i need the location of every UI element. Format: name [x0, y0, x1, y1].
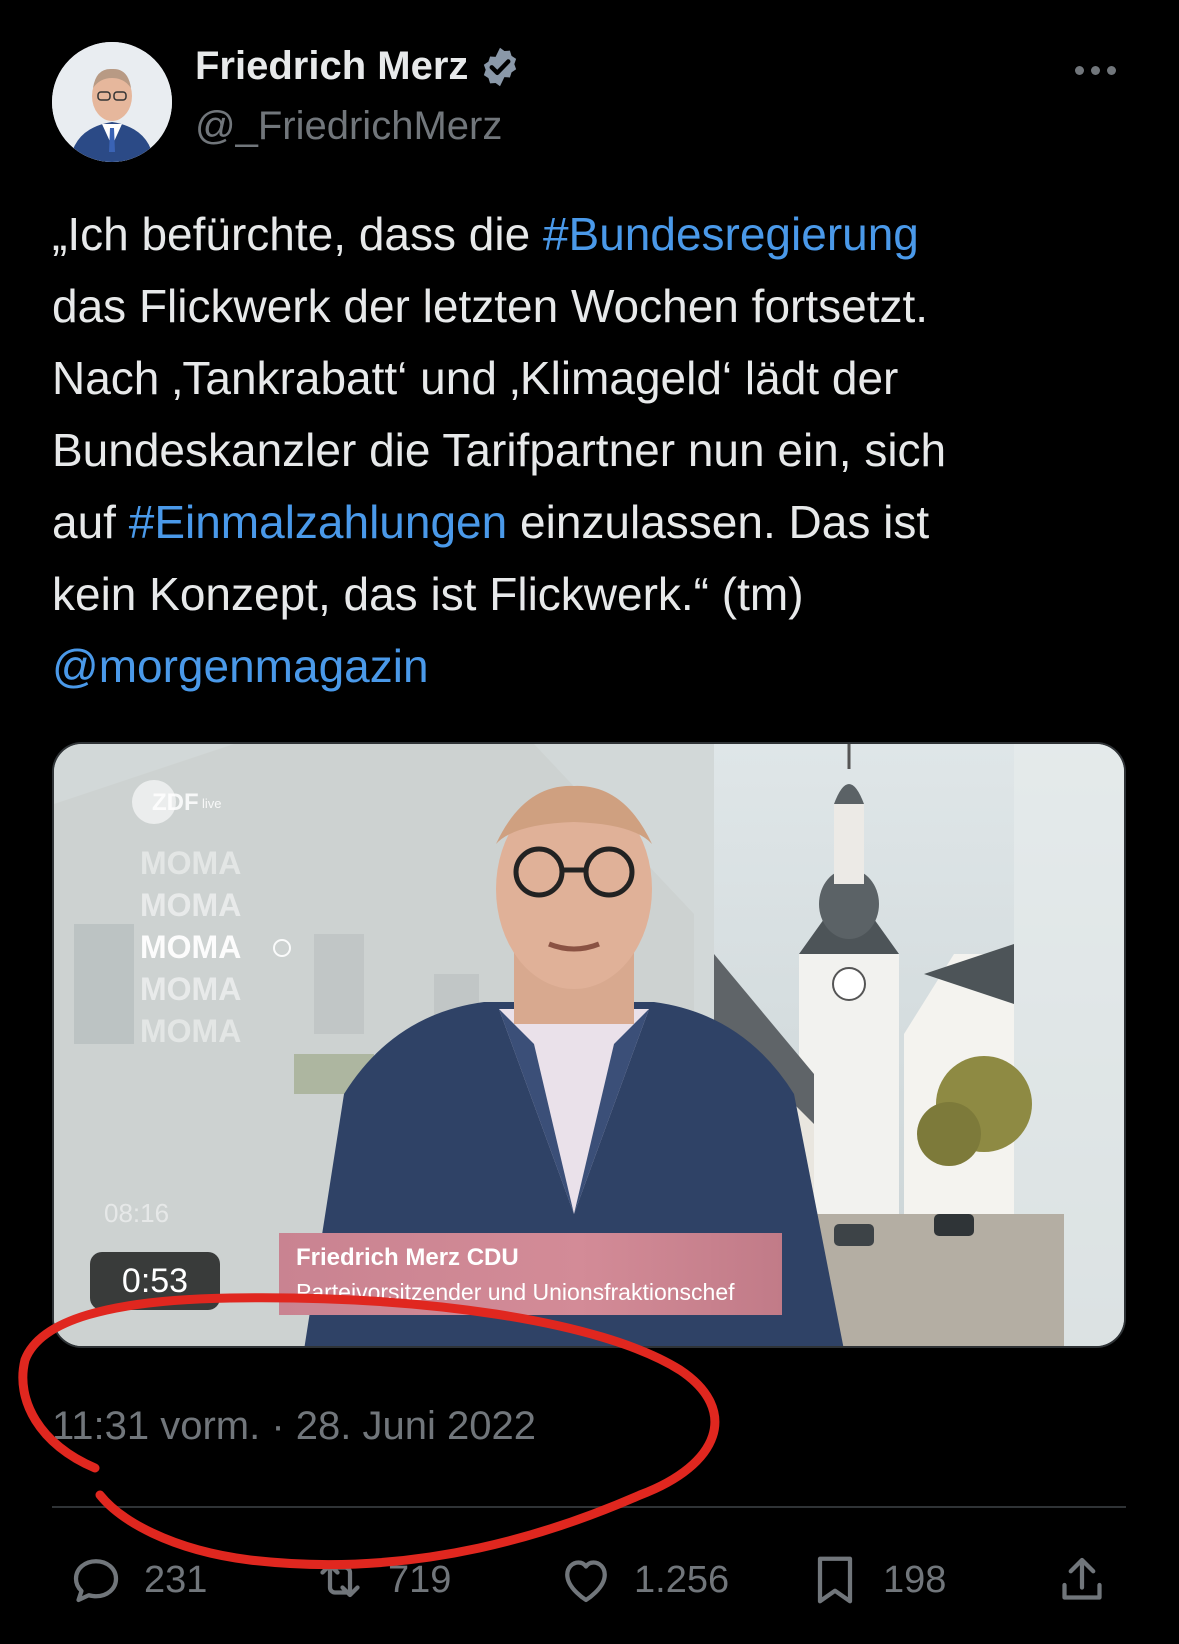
tweet-line: „Ich befürchte, dass die #Bundesregierun…: [52, 198, 1132, 270]
tweet-text-segment: einzulassen. Das ist: [507, 496, 930, 548]
brand-word-4: MOMA: [140, 971, 241, 1007]
retweet-icon: [320, 1562, 360, 1598]
tweet-text-segment: auf: [52, 496, 129, 548]
author-name-row[interactable]: Friedrich Merz: [195, 44, 522, 89]
like-button[interactable]: 1.256: [556, 1550, 729, 1610]
tweet-text-segment: Bundeskanzler die Tarifpartner nun ein, …: [52, 424, 947, 476]
mention-link[interactable]: @morgenmagazin: [52, 640, 429, 692]
tweet-line: kein Konzept, das ist Flickwerk.“ (tm): [52, 558, 1132, 630]
bookmark-icon: [817, 1556, 853, 1604]
verified-badge-icon: [484, 47, 517, 86]
tweet-line: das Flickwerk der letzten Wochen fortset…: [52, 270, 1132, 342]
tweet-timestamp[interactable]: 11:31 vorm. · 28. Juni 2022: [52, 1404, 536, 1449]
brand-word-5: MOMA: [140, 1013, 241, 1049]
reply-button[interactable]: 231: [66, 1550, 207, 1610]
tweet-text-segment: „Ich befürchte, dass die: [52, 208, 543, 260]
tweet-line: @morgenmagazin: [52, 630, 1132, 702]
brand-word-1: MOMA: [140, 845, 241, 881]
tweet-text-segment: Nach ‚Tankrabatt‘ und ‚Klimageld‘ lädt d…: [52, 352, 899, 404]
avatar[interactable]: [52, 42, 172, 162]
share-button[interactable]: [1052, 1550, 1112, 1610]
lower-third-name: Friedrich Merz CDU: [296, 1244, 519, 1271]
tweet-line: Nach ‚Tankrabatt‘ und ‚Klimageld‘ lädt d…: [52, 342, 1132, 414]
tweet-text-segment: kein Konzept, das ist Flickwerk.“ (tm): [52, 568, 804, 620]
divider: [52, 1506, 1126, 1508]
like-count: 1.256: [634, 1558, 730, 1601]
avatar-image: [52, 42, 172, 162]
retweet-button[interactable]: 719: [310, 1550, 451, 1610]
author-handle[interactable]: @_FriedrichMerz: [195, 104, 502, 149]
brand-word-3: MOMA: [140, 929, 241, 965]
brand-word-2: MOMA: [140, 887, 241, 923]
channel-sub: live: [202, 796, 222, 811]
video-duration-badge: 0:53: [90, 1252, 220, 1310]
tweet-line: auf #Einmalzahlungen einzulassen. Das is…: [52, 486, 1132, 558]
lower-third-role: Parteivorsitzender und Unionsfraktionsch…: [296, 1279, 735, 1305]
bookmark-button[interactable]: 198: [805, 1550, 946, 1610]
share-icon: [1062, 1557, 1102, 1600]
tweet-line: Bundeskanzler die Tarifpartner nun ein, …: [52, 414, 1132, 486]
bookmark-count: 198: [883, 1558, 947, 1601]
retweet-count: 719: [388, 1558, 452, 1601]
hashtag-link[interactable]: #Einmalzahlungen: [129, 496, 508, 548]
broadcast-clock: 08:16: [104, 1198, 169, 1228]
author-name[interactable]: Friedrich Merz: [195, 44, 468, 89]
more-options-icon[interactable]: [1075, 60, 1125, 80]
reply-icon: [73, 1559, 119, 1603]
tweet-text: „Ich befürchte, dass die #Bundesregierun…: [52, 198, 1132, 702]
heart-icon: [565, 1560, 607, 1603]
tweet-text-segment: das Flickwerk der letzten Wochen fortset…: [52, 280, 929, 332]
channel-logo: ZDF: [152, 789, 199, 816]
hashtag-link[interactable]: #Bundesregierung: [543, 208, 919, 260]
reply-count: 231: [144, 1558, 208, 1601]
